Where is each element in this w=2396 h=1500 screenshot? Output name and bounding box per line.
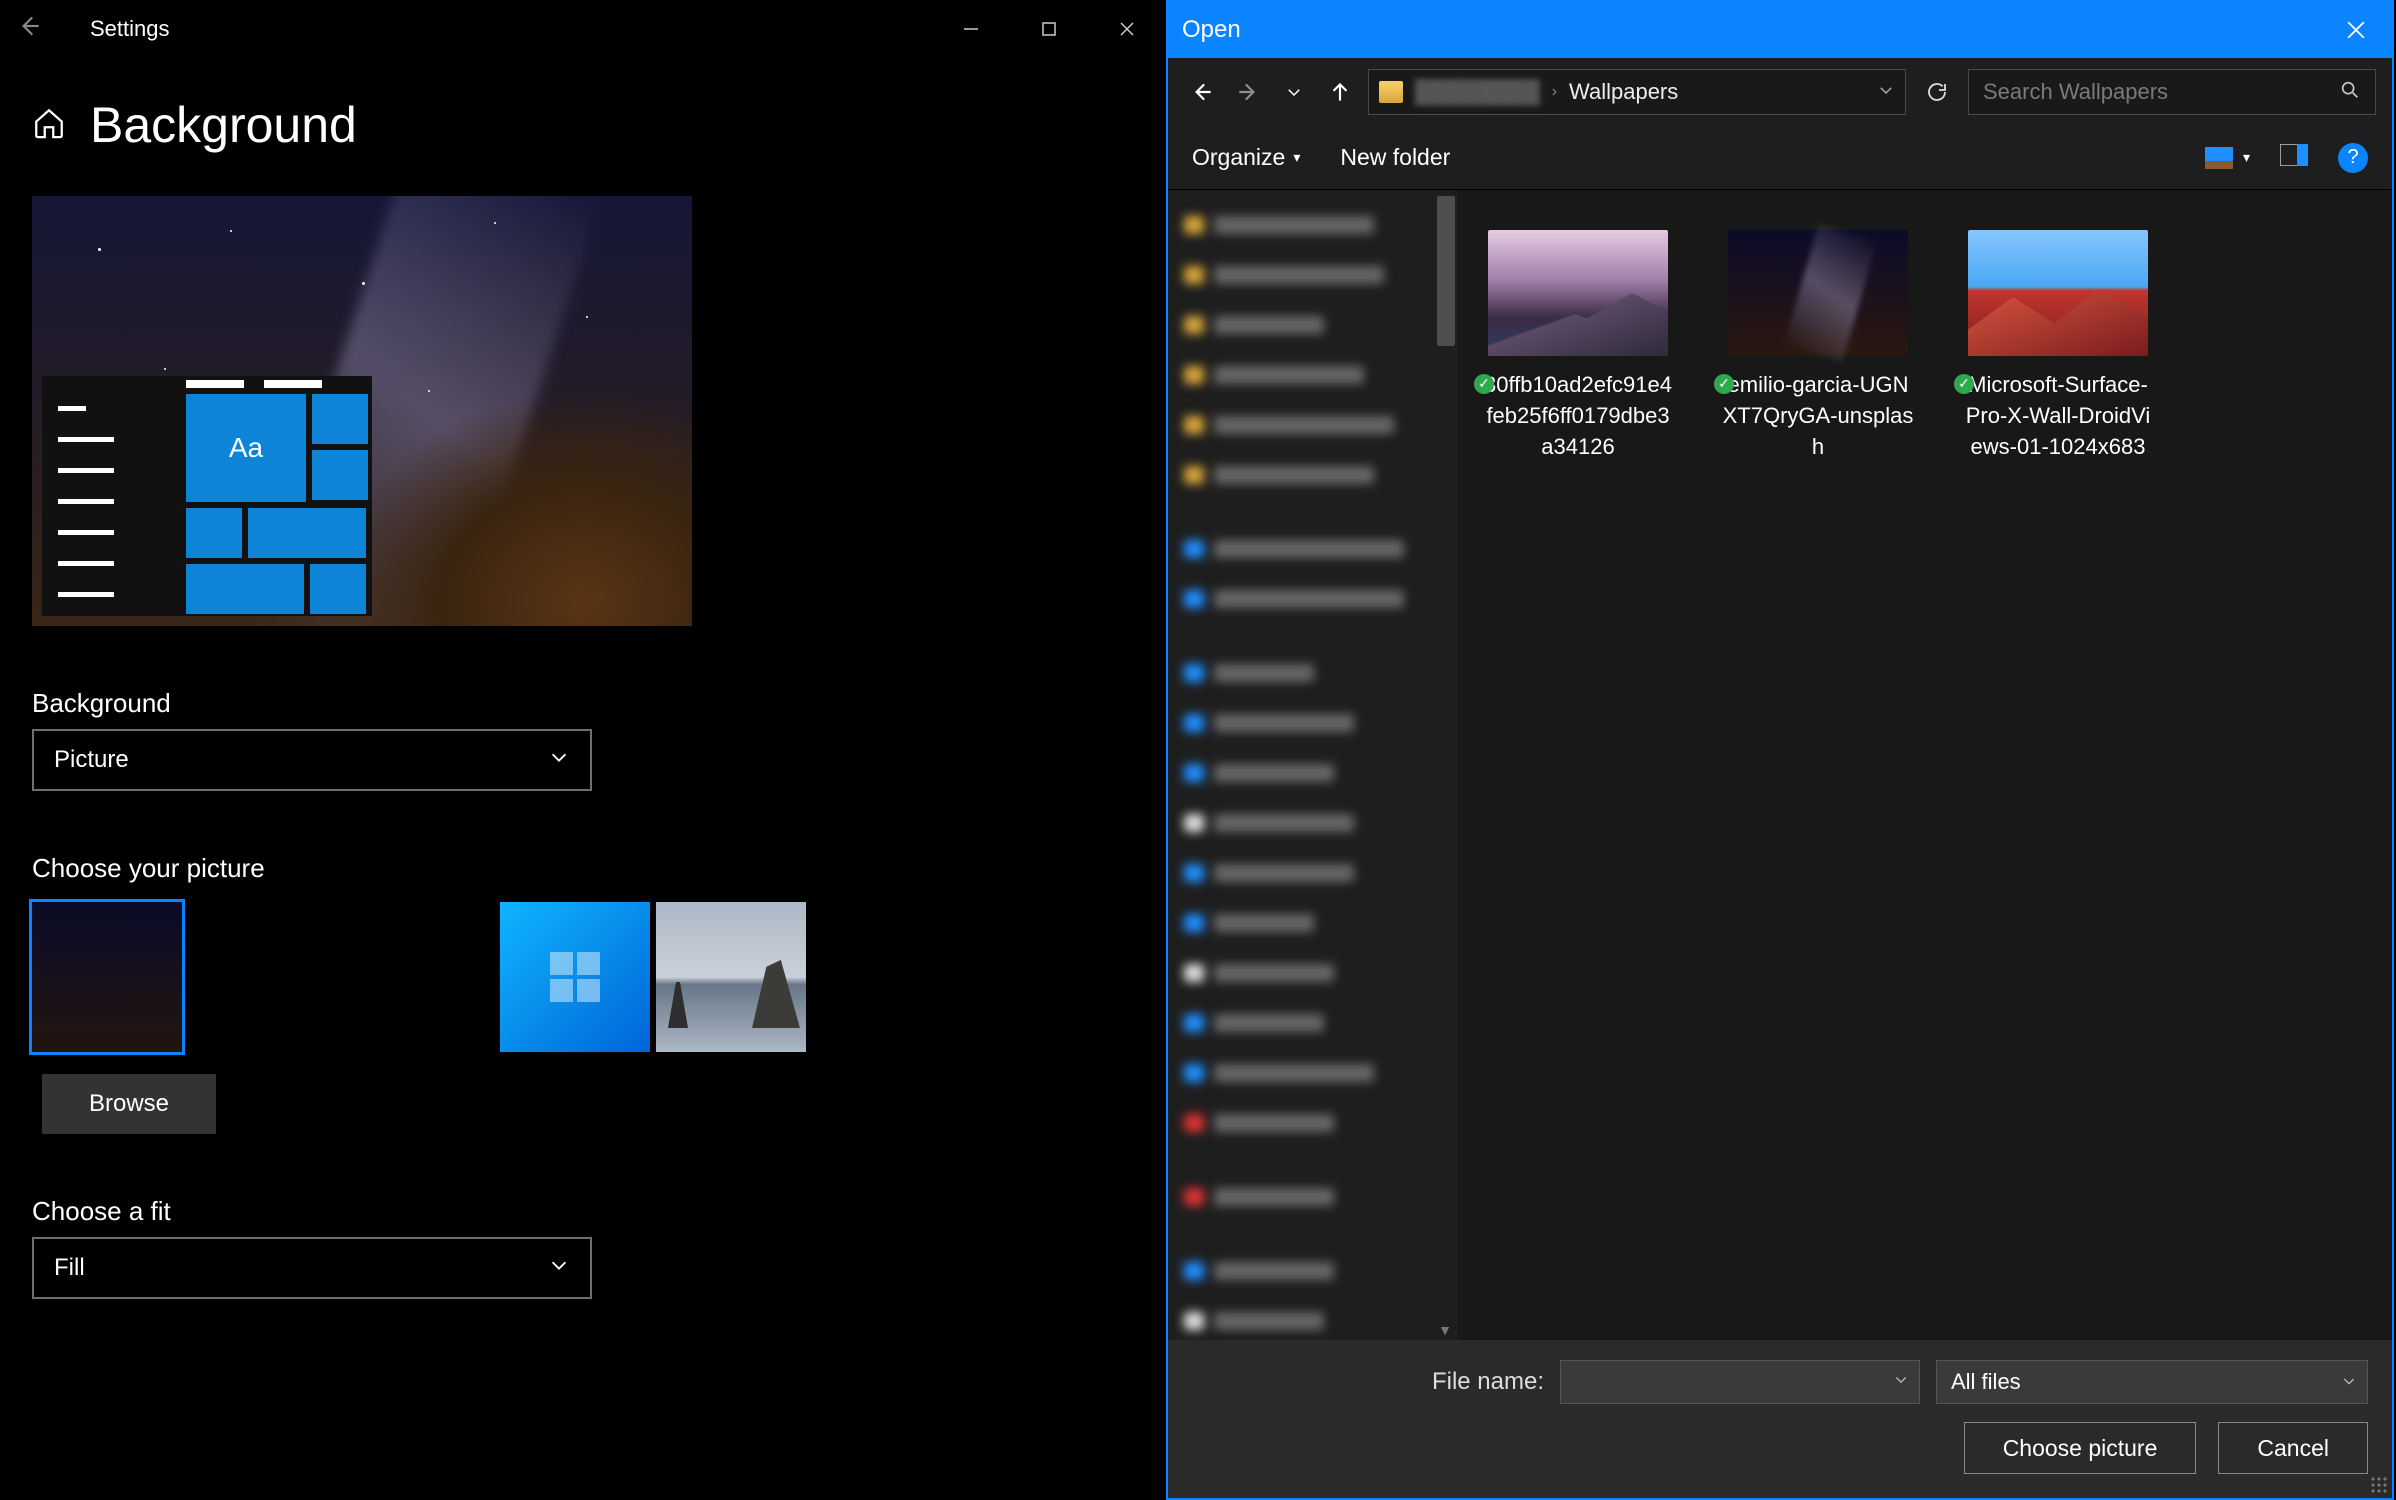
- sidebar-scrollbar[interactable]: ▲ ▼: [1434, 190, 1458, 1340]
- scrollbar-thumb[interactable]: [1437, 196, 1455, 346]
- minimize-button[interactable]: [932, 0, 1010, 58]
- settings-titlebar: Settings: [0, 0, 1166, 58]
- dialog-close-button[interactable]: [2320, 2, 2392, 58]
- breadcrumb-current[interactable]: Wallpapers: [1569, 79, 1678, 105]
- background-type-value: Picture: [54, 746, 129, 774]
- search-input[interactable]: [1983, 79, 2339, 105]
- dialog-sidebar[interactable]: ▲ ▼: [1168, 190, 1458, 1340]
- file-item[interactable]: ✓30ffb10ad2efc91e4feb25f6ff0179dbe3a3412…: [1478, 230, 1678, 462]
- background-type-select[interactable]: Picture: [32, 729, 592, 791]
- folder-icon: [1379, 81, 1403, 103]
- chevron-down-icon[interactable]: [1893, 1372, 1909, 1393]
- cancel-button[interactable]: Cancel: [2218, 1422, 2368, 1474]
- maximize-button[interactable]: [1010, 0, 1088, 58]
- file-name: emilio-garcia-UGNXT7QryGA-unsplash: [1723, 372, 1914, 459]
- home-icon[interactable]: [32, 106, 66, 145]
- breadcrumb-parent: ████████: [1415, 79, 1540, 105]
- search-box[interactable]: [1968, 69, 2376, 115]
- breadcrumb-separator: ›: [1552, 83, 1557, 101]
- nav-back-button[interactable]: [1184, 74, 1220, 110]
- view-mode-button[interactable]: ▾: [2205, 147, 2250, 169]
- chevron-down-icon: [548, 746, 570, 775]
- resize-grip[interactable]: [2370, 1476, 2388, 1494]
- help-button[interactable]: ?: [2338, 143, 2368, 173]
- settings-window: Settings Background: [0, 0, 1166, 1500]
- file-thumbnail: [1488, 230, 1668, 356]
- caret-down-icon: ▾: [1293, 149, 1300, 166]
- organize-menu[interactable]: Organize ▾: [1192, 144, 1300, 171]
- chevron-down-icon[interactable]: [1877, 81, 1895, 104]
- file-name: Microsoft-Surface-Pro-X-Wall-DroidViews-…: [1966, 372, 2151, 459]
- dialog-toolbar: Organize ▾ New folder ▾ ?: [1168, 126, 2392, 190]
- preview-startmenu-list: [42, 376, 182, 616]
- sync-status-icon: ✓: [1714, 374, 1734, 394]
- picture-thumb-1[interactable]: [188, 902, 338, 1052]
- browse-button[interactable]: Browse: [42, 1074, 216, 1134]
- organize-label: Organize: [1192, 144, 1285, 171]
- new-folder-label: New folder: [1340, 144, 1450, 171]
- background-preview: Aa: [32, 196, 692, 626]
- file-name: 30ffb10ad2efc91e4feb25f6ff0179dbe3a34126: [1484, 372, 1672, 459]
- sync-status-icon: ✓: [1954, 374, 1974, 394]
- file-thumbnail: [1968, 230, 2148, 356]
- fit-value: Fill: [54, 1254, 85, 1282]
- picture-thumb-3[interactable]: [500, 902, 650, 1052]
- file-item[interactable]: ✓Microsoft-Surface-Pro-X-Wall-DroidViews…: [1958, 230, 2158, 462]
- chevron-down-icon: [548, 1254, 570, 1283]
- caret-down-icon: ▾: [2243, 149, 2250, 166]
- page-title: Background: [90, 96, 357, 154]
- window-title: Settings: [90, 16, 170, 42]
- address-bar[interactable]: ████████ › Wallpapers: [1368, 69, 1906, 115]
- choose-picture-button[interactable]: Choose picture: [1964, 1422, 2197, 1474]
- dialog-title: Open: [1182, 16, 1241, 44]
- open-file-dialog: Open ████████ › Wallpapers Organize ▾ Ne…: [1166, 0, 2394, 1500]
- close-button[interactable]: [1088, 0, 1166, 58]
- preview-startmenu-tiles: Aa: [182, 376, 372, 616]
- search-icon: [2339, 79, 2361, 106]
- nav-up-button[interactable]: [1322, 74, 1358, 110]
- dialog-footer: File name: All files Choose picture Canc…: [1168, 1340, 2392, 1498]
- nav-recent-button[interactable]: [1276, 74, 1312, 110]
- filename-input[interactable]: [1560, 1360, 1920, 1404]
- file-thumbnail: [1728, 230, 1908, 356]
- back-button[interactable]: [0, 13, 58, 46]
- choose-picture-label: Choose your picture: [32, 853, 1166, 884]
- fit-select[interactable]: Fill: [32, 1237, 592, 1299]
- filter-value: All files: [1951, 1369, 2021, 1395]
- refresh-button[interactable]: [1916, 69, 1958, 115]
- file-list[interactable]: ✓30ffb10ad2efc91e4feb25f6ff0179dbe3a3412…: [1458, 190, 2392, 1340]
- dialog-navbar: ████████ › Wallpapers: [1168, 58, 2392, 126]
- file-type-filter[interactable]: All files: [1936, 1360, 2368, 1404]
- new-folder-button[interactable]: New folder: [1340, 144, 1450, 171]
- picture-thumb-4[interactable]: [656, 902, 806, 1052]
- nav-forward-button[interactable]: [1230, 74, 1266, 110]
- background-label: Background: [32, 688, 1166, 719]
- choose-fit-label: Choose a fit: [32, 1196, 1166, 1227]
- file-item[interactable]: ✓emilio-garcia-UGNXT7QryGA-unsplash: [1718, 230, 1918, 462]
- dialog-titlebar[interactable]: Open: [1168, 2, 2392, 58]
- sync-status-icon: ✓: [1474, 374, 1494, 394]
- preview-pane-button[interactable]: [2280, 144, 2308, 171]
- filename-label: File name:: [1432, 1368, 1544, 1396]
- chevron-down-icon: [2341, 1369, 2357, 1395]
- preview-tile-aa: Aa: [186, 394, 306, 502]
- picture-thumb-2[interactable]: [344, 902, 494, 1052]
- picture-thumb-0[interactable]: [32, 902, 182, 1052]
